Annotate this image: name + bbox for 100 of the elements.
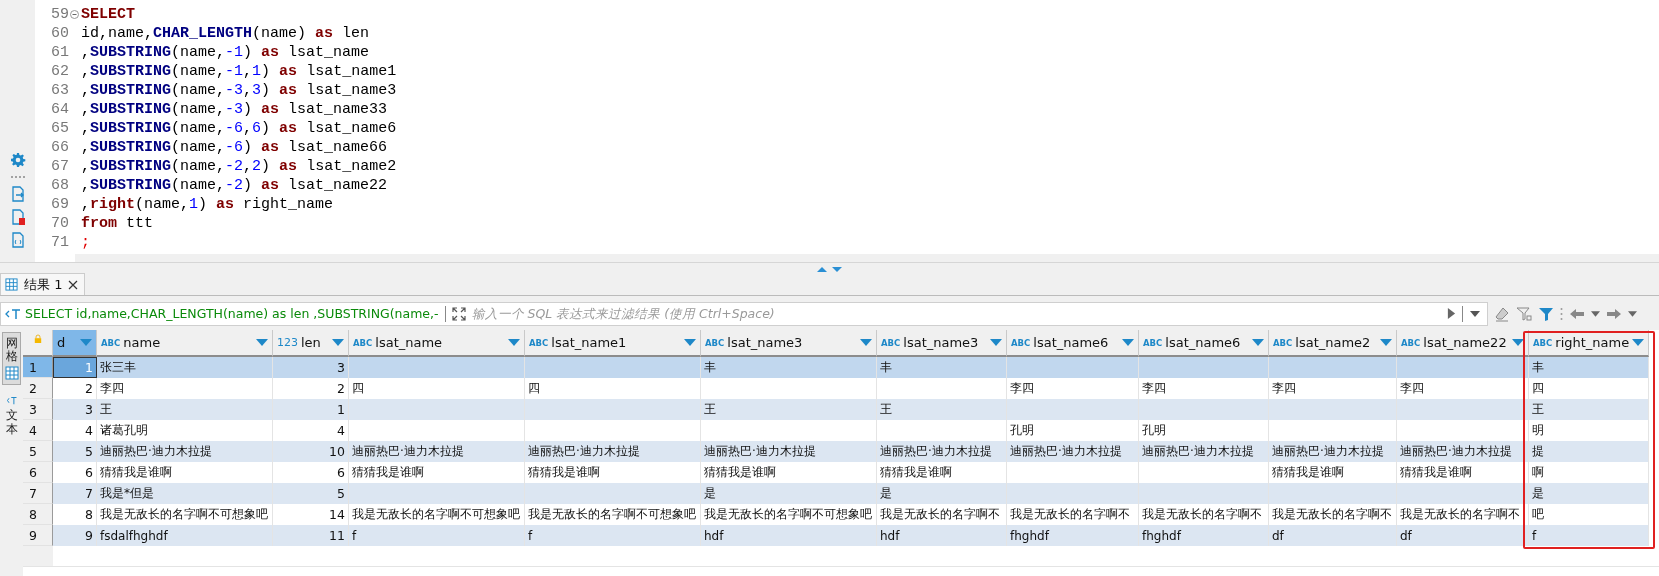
column-header[interactable]: ABC name [97,330,273,357]
caret-icon[interactable] [1252,339,1264,346]
caret-icon[interactable] [1380,339,1392,346]
row-number[interactable]: 2 [23,378,53,399]
code-line: ,right(name,1) as right_name [80,196,334,213]
row-number[interactable]: 6 [23,462,53,483]
expand-icon[interactable] [451,306,466,321]
row-number[interactable]: 1 [23,357,53,378]
table-cell: 我是无敌长的名字啊不 [1397,504,1529,525]
grid-icon [5,278,18,291]
caret-icon[interactable] [684,339,696,346]
row-number[interactable]: 7 [23,483,53,504]
caret-icon[interactable] [1632,339,1645,346]
more-icon[interactable] [9,175,26,179]
row-number[interactable]: 5 [23,441,53,462]
table-cell: 我是无敌长的名字啊不 [877,504,1007,525]
caret-icon[interactable] [1512,339,1524,346]
document-error-icon[interactable] [9,209,26,225]
result-tab[interactable]: 结果 1 [0,273,86,295]
row-number[interactable]: 4 [23,420,53,441]
caret-icon[interactable] [860,339,872,346]
table-cell: 1 [53,357,97,378]
row-number[interactable]: 9 [23,525,53,546]
table-cell: 是 [701,483,877,504]
lock-icon [33,334,42,344]
table-cell: 孔明 [1007,420,1139,441]
caret-icon[interactable] [1122,339,1134,346]
caret-icon[interactable] [508,339,520,346]
gear-icon[interactable] [9,152,26,168]
line-number: 67 [50,158,69,175]
table-cell: 我是无敌长的名字啊不 [1269,504,1397,525]
table-cell: 我是无敌长的名字啊不可想象吧 [701,504,877,525]
sql-icon [5,306,21,321]
table-cell: 迪丽热巴·迪力木拉提 [1269,441,1397,462]
line-number: 71 [50,234,69,251]
table-cell: 11 [273,525,349,546]
code-line: ,SUBSTRING(name,-3) as lsat_name33 [80,101,388,118]
table-cell: 迪丽热巴·迪力木拉提 [97,441,273,462]
more-icon[interactable] [1560,305,1563,322]
filter-settings-icon[interactable] [1516,305,1532,322]
filter-field[interactable]: SELECT id,name,CHAR_LENGTH(name) as len ,SUBSTRING(name,- 输入一个 SQL 表达式来过滤结果 (使用 Ctrl+Space) [0,301,1488,326]
play-icon[interactable] [1447,307,1456,320]
column-label: lsat_name [375,335,443,350]
horizontal-scrollbar[interactable] [75,254,1659,262]
table-cell: 3 [53,399,97,420]
type-label: ABC [1143,337,1163,348]
caret-icon[interactable] [256,339,268,346]
back-arrow-icon[interactable] [1569,307,1585,320]
caret-icon[interactable] [1469,309,1481,318]
line-number: 63 [50,82,69,99]
column-header[interactable]: ABC right_name [1529,330,1649,357]
table-cell: 孔明 [1139,420,1269,441]
column-header[interactable]: ABC lsat_name1 [525,330,701,357]
code-line: ; [80,234,90,251]
column-header[interactable]: ABC lsat_name3 [877,330,1007,357]
column-header[interactable]: ABC lsat_name6 [1139,330,1269,357]
row-number[interactable]: 8 [23,504,53,525]
grid-tab-label: 网格 [5,337,18,364]
filter-icon[interactable] [1538,305,1554,322]
column-header[interactable]: ABC lsat_name6 [1007,330,1139,357]
caret-icon[interactable] [332,339,344,346]
table-cell: 李四 [97,378,273,399]
grid-icon [4,366,19,381]
forward-arrow-icon[interactable] [1606,307,1622,320]
table-cell: 猜猜我是谁啊 [97,462,273,483]
row-number[interactable]: 3 [23,399,53,420]
document-arrow-icon[interactable] [9,186,26,202]
variables-icon[interactable] [9,232,26,248]
type-label: ABC [1401,337,1421,348]
column-header[interactable]: ABC lsat_name [349,330,525,357]
caret-icon[interactable] [1591,310,1600,317]
close-icon[interactable] [68,279,79,290]
column-header[interactable]: 123 len [273,330,349,357]
table-cell: df [1397,525,1529,546]
code-line: from ttt [80,215,154,232]
column-label: lsat_name3 [903,335,979,350]
table-cell: 猜猜我是谁啊 [1269,462,1397,483]
table-cell: 我是无敌长的名字啊不可想象吧 [97,504,273,525]
collapse-icon[interactable] [70,10,79,19]
caret-icon[interactable] [1628,310,1637,317]
caret-icon[interactable] [990,339,1002,346]
column-header[interactable]: d [53,330,97,357]
filter-input[interactable]: 输入一个 SQL 表达式来过滤结果 (使用 Ctrl+Space) [469,305,1443,322]
text-view-tab[interactable]: 文本 [2,391,21,440]
column-header[interactable]: ABC lsat_name3 [701,330,877,357]
table-cell: 迪丽热巴·迪力木拉提 [701,441,877,462]
grid-view-tab[interactable]: 网格 [2,332,21,386]
column-label: len [301,335,321,350]
table-cell: 猜猜我是谁啊 [349,462,525,483]
table-cell: 猜猜我是谁啊 [525,462,701,483]
table-cell: fsdalfhghdf [97,525,273,546]
column-label: lsat_name6 [1033,335,1109,350]
column-header[interactable]: ABC lsat_name2 [1269,330,1397,357]
line-number: 61 [50,44,69,61]
table-cell: 猜猜我是谁啊 [877,462,1007,483]
table-cell: 迪丽热巴·迪力木拉提 [525,441,701,462]
eraser-icon[interactable] [1494,305,1510,322]
code-line: ,SUBSTRING(name,-3,3) as lsat_name3 [80,82,397,99]
table-cell: 1 [273,399,349,420]
column-header[interactable]: ABC lsat_name22 [1397,330,1529,357]
